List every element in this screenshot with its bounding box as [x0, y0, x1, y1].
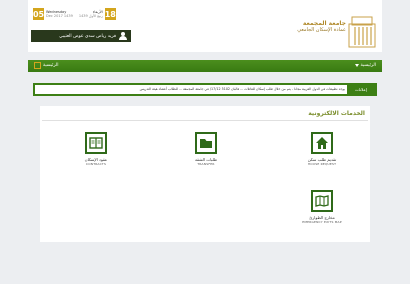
hijri-day-number: 18 — [104, 8, 116, 20]
user-icon — [119, 32, 127, 40]
nav-home-label: الرئيسية — [43, 63, 59, 68]
nav-menu-dropdown[interactable]: الرئيسية — [354, 63, 377, 68]
hijri-month: ربيع الأول 1439 — [78, 14, 103, 18]
map-icon — [311, 190, 333, 212]
home-icon — [311, 132, 333, 154]
ticker-text[interactable]: يوجد تطبيقات في الدول العربية مجانا - يت… — [37, 86, 345, 93]
nav-home[interactable]: الرئيسية — [34, 62, 59, 69]
book-icon — [85, 132, 107, 154]
hijri-date: الأربعاء ربيع الأول 1439 — [79, 10, 103, 18]
divider — [42, 120, 368, 121]
gregorian-day-number: 05 — [32, 8, 45, 20]
header: 05 Wednesday Dec 2017 1439 الأربعاء ربيع… — [28, 0, 382, 52]
announcement-ticker: يوجد تطبيقات في الدول العربية مجانا - يت… — [33, 83, 377, 96]
service-emergency-map[interactable]: مخارج الطوارئ EMERGENCY EXITS MAP — [295, 190, 349, 224]
chevron-down-icon — [354, 64, 359, 67]
gregorian-date: Wednesday Dec 2017 1439 — [46, 10, 73, 18]
building-logo-icon — [348, 16, 376, 48]
service-house-request[interactable]: تقديم طلب سكن HOUSE REQUEST — [295, 132, 349, 166]
logo-deanship: عمادة الإسكان الجامعي — [297, 27, 346, 33]
ticker-label: إعلانات — [347, 85, 375, 94]
logo-university: جامعة المجمعة — [302, 20, 346, 27]
user-bar[interactable]: فريد رياض سدي عوض العتيبي — [31, 30, 131, 42]
service-subtitle: HOUSE REQUEST — [307, 162, 337, 166]
services-title: الخدمات الالكترونية — [308, 110, 365, 117]
date-block: 05 Wednesday Dec 2017 1439 الأربعاء ربيع… — [33, 8, 116, 20]
nav-menu-label: الرئيسية — [360, 63, 377, 68]
service-transfer[interactable]: طلبات الشقة TRANSFER — [179, 132, 233, 166]
services-panel: الخدمات الالكترونية عقود الإسكان CONTRAC… — [40, 106, 370, 242]
gregorian-extra: 1439 — [63, 14, 73, 18]
folder-icon — [195, 132, 217, 154]
service-subtitle: EMERGENCY EXITS MAP — [302, 220, 342, 224]
user-name: فريد رياض سدي عوض العتيبي — [59, 33, 116, 39]
logo-text: جامعة المجمعة عمادة الإسكان الجامعي — [297, 20, 346, 33]
service-subtitle: CONTRACTS — [85, 162, 107, 166]
service-contracts[interactable]: عقود الإسكان CONTRACTS — [69, 132, 123, 166]
home-square-icon — [34, 62, 41, 69]
page: 05 Wednesday Dec 2017 1439 الأربعاء ربيع… — [28, 0, 382, 284]
main-nav: الرئيسية الرئيسية — [28, 60, 382, 72]
service-subtitle: TRANSFER — [197, 162, 215, 166]
gregorian-month: Dec 2017 — [46, 14, 63, 18]
